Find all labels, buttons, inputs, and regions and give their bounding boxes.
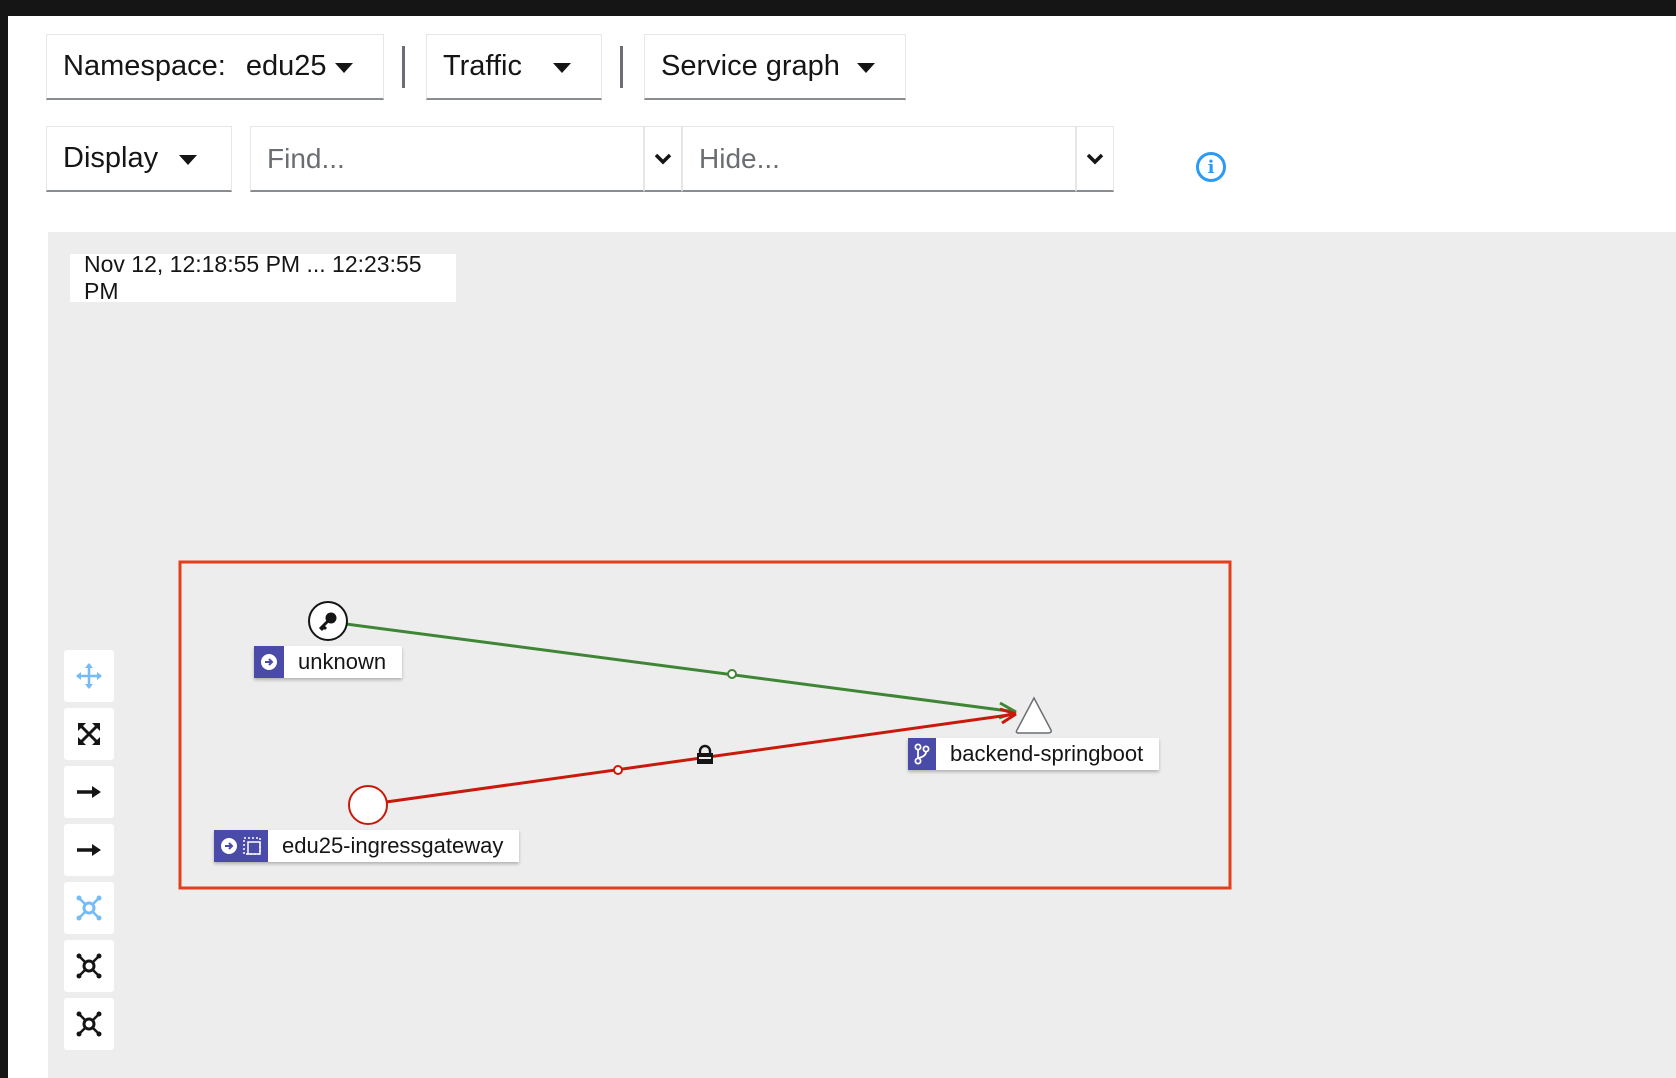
namespace-dropdown[interactable]: Namespace: edu25	[46, 34, 384, 100]
pan-icon	[76, 663, 102, 689]
node-name: edu25-ingressgateway	[282, 833, 504, 858]
caret-down-icon	[335, 63, 353, 73]
hide-history-toggle[interactable]	[1076, 126, 1114, 192]
fit-to-screen-button[interactable]	[64, 708, 114, 760]
divider	[402, 46, 405, 88]
arrow-right-circle-icon	[221, 838, 237, 854]
chevron-down-icon	[654, 153, 672, 164]
caret-down-icon	[179, 155, 197, 165]
app-badge	[254, 646, 284, 678]
layout-2-button[interactable]	[64, 998, 114, 1050]
layout-default-icon	[76, 895, 102, 921]
display-label: Display	[63, 142, 159, 174]
namespace-value: edu25	[245, 50, 327, 82]
node-label-backend-springboot[interactable]: backend-springboot	[908, 738, 1160, 770]
kiali-graph-page: Namespace: edu25 Traffic Service graph D…	[8, 16, 1676, 1078]
node-edu25-ingressgateway[interactable]	[348, 785, 388, 825]
caret-down-icon	[857, 63, 875, 73]
node-label-unknown[interactable]: unknown	[254, 646, 403, 678]
namespace-label: Namespace:	[63, 50, 226, 82]
edge-midpoint	[727, 669, 737, 679]
layout-2-icon	[76, 1011, 102, 1037]
service-badge	[908, 738, 936, 770]
node-label-edu25-ingressgateway[interactable]: edu25-ingressgateway	[214, 830, 520, 862]
caret-down-icon	[553, 63, 571, 73]
dashed-box-icon	[243, 837, 261, 855]
node-name: backend-springboot	[950, 741, 1144, 766]
edge-midpoint	[613, 765, 623, 775]
pan-button[interactable]	[64, 650, 114, 702]
graph-canvas[interactable]: Nov 12, 12:18:55 PM ... 12:23:55 PM unkn…	[48, 232, 1676, 1078]
graph-type-dropdown[interactable]: Service graph	[644, 34, 906, 100]
arrow-right-circle-icon	[261, 654, 277, 670]
node-backend-springboot[interactable]	[1015, 696, 1052, 734]
display-dropdown[interactable]: Display	[46, 126, 232, 192]
branch-icon	[914, 743, 930, 765]
app-badge	[214, 830, 268, 862]
info-icon[interactable]: i	[1196, 152, 1226, 182]
find-history-toggle[interactable]	[644, 126, 682, 192]
divider	[620, 46, 623, 88]
chevron-down-icon	[1086, 153, 1104, 164]
traffic-label: Traffic	[443, 50, 522, 82]
fit-to-screen-icon	[77, 722, 101, 746]
traffic-dropdown[interactable]: Traffic	[426, 34, 602, 100]
lock-icon	[697, 744, 713, 764]
layout-1-icon	[76, 953, 102, 979]
layout-button-2[interactable]	[64, 824, 114, 876]
node-name: unknown	[298, 649, 387, 674]
arrow-right-icon	[77, 786, 101, 798]
find-input[interactable]	[250, 126, 644, 192]
edge-unknown-to-backend[interactable]	[345, 622, 1017, 714]
arrow-right-icon	[77, 844, 101, 856]
layout-default-button[interactable]	[64, 882, 114, 934]
graph-type-label: Service graph	[661, 50, 840, 82]
layout-button-1[interactable]	[64, 766, 114, 818]
hide-input[interactable]	[682, 126, 1076, 192]
layout-1-button[interactable]	[64, 940, 114, 992]
